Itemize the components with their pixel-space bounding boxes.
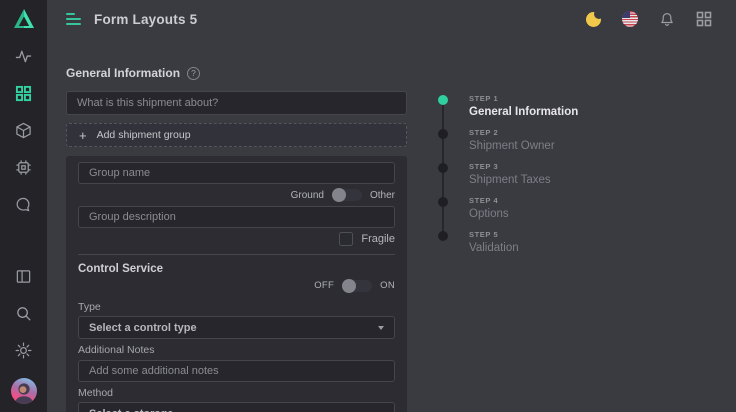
step-label: STEP 1 <box>469 94 578 104</box>
app-logo[interactable] <box>0 0 47 38</box>
toggle-knob <box>342 279 356 293</box>
method-label: Method <box>78 387 395 399</box>
off-on-toggle-row: OFF ON <box>78 278 395 293</box>
step-title: Shipment Taxes <box>469 173 551 187</box>
sidebar <box>0 0 47 412</box>
add-shipment-group-button[interactable]: + Add shipment group <box>66 123 407 147</box>
ground-label: Ground <box>291 190 324 201</box>
theme-moon-icon[interactable] <box>586 12 601 27</box>
help-circle-icon[interactable]: ? <box>187 67 200 80</box>
on-label: ON <box>380 280 395 291</box>
step-item-options[interactable]: STEP 4 Options <box>438 196 578 221</box>
form-column: General Information ? + Add shipment gro… <box>66 38 407 412</box>
wizard-steps: STEP 1 General Information STEP 2 Shipme… <box>438 94 578 264</box>
step-label: STEP 2 <box>469 128 555 138</box>
step-label: STEP 5 <box>469 230 519 240</box>
off-on-toggle[interactable] <box>342 280 372 292</box>
additional-notes-input[interactable] <box>78 360 395 382</box>
step-dot <box>438 95 448 105</box>
apps-menu-grid-icon[interactable] <box>696 11 712 27</box>
shipment-about-input[interactable] <box>66 91 407 115</box>
avatar-person-icon <box>11 378 37 404</box>
ground-other-toggle-row: Ground Other <box>78 188 395 202</box>
layout-panel-icon[interactable] <box>15 267 33 285</box>
off-label: OFF <box>314 280 334 291</box>
step-dot <box>438 163 448 173</box>
step-item-shipment-taxes[interactable]: STEP 3 Shipment Taxes <box>438 162 578 187</box>
type-label: Type <box>78 301 395 313</box>
shipment-group-card: Ground Other Fragile Control Service OFF… <box>66 156 407 412</box>
step-title: General Information <box>469 105 578 119</box>
control-service-title: Control Service <box>78 263 395 276</box>
step-dot <box>438 231 448 241</box>
step-label: STEP 4 <box>469 196 509 206</box>
header: Form Layouts 5 <box>47 0 736 38</box>
step-dot <box>438 197 448 207</box>
settings-gear-icon[interactable] <box>15 341 33 359</box>
cpu-chip-icon[interactable] <box>15 158 33 176</box>
section-divider <box>78 254 395 255</box>
user-avatar[interactable] <box>11 378 37 404</box>
step-item-validation[interactable]: STEP 5 Validation <box>438 230 578 255</box>
section-title: General Information <box>66 66 180 80</box>
chevron-down-icon <box>378 326 384 330</box>
main-content: General Information ? + Add shipment gro… <box>47 38 736 412</box>
menu-toggle-icon[interactable] <box>66 13 81 25</box>
activity-icon[interactable] <box>15 47 33 65</box>
search-icon[interactable] <box>15 304 33 322</box>
fragile-label: Fragile <box>361 233 395 245</box>
section-header: General Information ? <box>66 66 407 80</box>
group-description-input[interactable] <box>78 206 395 228</box>
triangle-logo-icon <box>12 7 36 31</box>
step-item-general-information[interactable]: STEP 1 General Information <box>438 94 578 119</box>
other-label: Other <box>370 190 395 201</box>
group-name-input[interactable] <box>78 162 395 184</box>
step-item-shipment-owner[interactable]: STEP 2 Shipment Owner <box>438 128 578 153</box>
notifications-bell-icon[interactable] <box>659 11 675 27</box>
storage-method-value: Select a storage <box>89 408 173 412</box>
fragile-checkbox[interactable] <box>339 232 353 246</box>
step-title: Options <box>469 207 509 221</box>
package-cube-icon[interactable] <box>15 121 33 139</box>
step-dot <box>438 129 448 139</box>
storage-method-select[interactable]: Select a storage <box>78 402 395 412</box>
step-label: STEP 3 <box>469 162 551 172</box>
toggle-knob <box>332 188 346 202</box>
add-shipment-group-label: Add shipment group <box>97 129 191 141</box>
additional-notes-label: Additional Notes <box>78 344 395 356</box>
page-title: Form Layouts 5 <box>94 12 197 27</box>
ground-other-toggle[interactable] <box>332 189 362 201</box>
apps-grid-icon[interactable] <box>15 84 33 102</box>
plus-icon: + <box>79 129 87 142</box>
control-type-select[interactable]: Select a control type <box>78 316 395 339</box>
header-actions <box>586 11 712 27</box>
sidebar-nav-top <box>15 47 33 213</box>
control-type-value: Select a control type <box>89 322 197 334</box>
sidebar-nav-bottom <box>11 267 37 412</box>
step-title: Validation <box>469 241 519 255</box>
chat-bubble-icon[interactable] <box>15 195 33 213</box>
language-us-flag-icon[interactable] <box>622 11 638 27</box>
step-title: Shipment Owner <box>469 139 555 153</box>
fragile-row: Fragile <box>78 232 395 246</box>
